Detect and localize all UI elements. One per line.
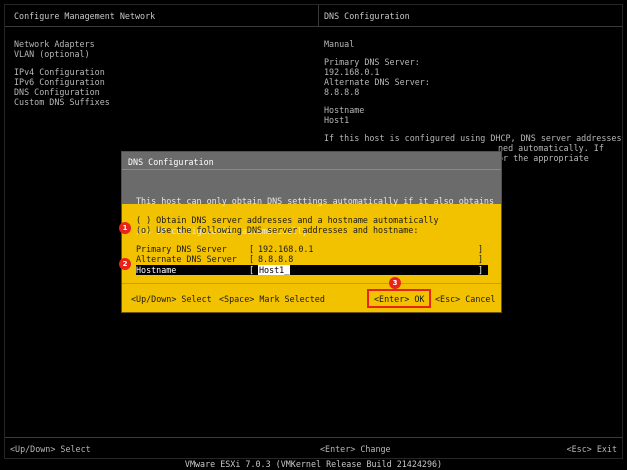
- hostname-field[interactable]: Hostname [ Host1_ ]: [136, 265, 488, 275]
- hostname-input-box: [258, 265, 474, 275]
- dialog-header: DNS Configuration This host can only obt…: [122, 152, 501, 236]
- detail-panel: Manual Primary DNS Server: 192.168.0.1 A…: [324, 39, 624, 163]
- detail-spacer: [324, 97, 624, 105]
- menu-item-ipv6[interactable]: IPv6 Configuration: [14, 77, 110, 87]
- hint-space-mark: <Space> Mark Selected: [219, 294, 325, 304]
- alternate-dns-label: Alternate DNS Server:: [324, 77, 430, 87]
- dialog-description-line-1: This host can only obtain DNS settings a…: [136, 196, 494, 206]
- dhcp-info-line-1: If this host is configured using DHCP, D…: [324, 133, 622, 143]
- radio-use-following[interactable]: (o) Use the following DNS server address…: [136, 225, 418, 235]
- hostname-label: Hostname: [324, 105, 365, 115]
- hostname-value: Host1: [324, 115, 350, 125]
- menu-item-dns[interactable]: DNS Configuration: [14, 87, 110, 97]
- menu-item-dns-suffixes[interactable]: Custom DNS Suffixes: [14, 97, 110, 107]
- panel-title: DNS Configuration: [324, 11, 410, 21]
- primary-dns-label: Primary DNS Server:: [324, 57, 420, 67]
- hostname-input[interactable]: Host1_: [258, 265, 291, 275]
- title-divider: [318, 5, 319, 27]
- menu-spacer: [14, 59, 110, 67]
- dialog-footer-divider: [122, 283, 501, 284]
- dialog-title: DNS Configuration: [128, 157, 214, 167]
- alternate-dns-field[interactable]: Alternate DNS Server [ 8.8.8.8 ]: [136, 254, 488, 264]
- hint-up-down-select: <Up/Down> Select: [131, 294, 212, 304]
- ok-highlight-box: [367, 289, 431, 308]
- annotation-badge-3: 3: [389, 277, 401, 289]
- alternate-dns-value: 8.8.8.8: [324, 87, 360, 97]
- dialog-header-divider: [122, 169, 501, 170]
- menu-item-vlan[interactable]: VLAN (optional): [14, 49, 110, 59]
- bottom-hint-exit: <Esc> Exit: [566, 444, 617, 454]
- version-footer: VMware ESXi 7.0.3 (VMKernel Release Buil…: [184, 459, 443, 469]
- hostname-field-label: Hostname: [136, 265, 177, 275]
- detail-spacer: [324, 49, 624, 57]
- bottom-hint-select: <Up/Down> Select: [10, 444, 91, 454]
- config-menu: Network Adapters VLAN (optional) IPv4 Co…: [14, 39, 110, 107]
- dns-mode: Manual: [324, 39, 355, 49]
- primary-dns-value: 192.168.0.1: [324, 67, 380, 77]
- bracket-close: ]: [478, 265, 484, 275]
- alternate-dns-input[interactable]: 8.8.8.8: [258, 254, 293, 264]
- bracket-close: ]: [478, 254, 484, 264]
- cancel-button[interactable]: <Esc> Cancel: [435, 294, 496, 304]
- menu-item-network-adapters[interactable]: Network Adapters: [14, 39, 110, 49]
- annotation-badge-1: 1: [119, 222, 131, 234]
- menu-item-ipv4[interactable]: IPv4 Configuration: [14, 67, 110, 77]
- radio-obtain-automatically[interactable]: ( ) Obtain DNS server addresses and a ho…: [136, 215, 439, 225]
- window-title: Configure Management Network: [14, 11, 156, 21]
- bottom-hint-change: <Enter> Change: [320, 444, 391, 454]
- annotation-badge-2: 2: [119, 258, 131, 270]
- primary-dns-input[interactable]: 192.168.0.1: [258, 244, 313, 254]
- primary-dns-field-label: Primary DNS Server: [136, 244, 227, 254]
- bracket-open: [: [249, 254, 255, 264]
- bracket-open: [: [249, 265, 255, 275]
- bracket-open: [: [249, 244, 255, 254]
- detail-spacer: [324, 125, 624, 133]
- bracket-close: ]: [478, 244, 484, 254]
- bottom-bar: <Up/Down> Select <Enter> Change <Esc> Ex…: [5, 437, 622, 460]
- alternate-dns-field-label: Alternate DNS Server: [136, 254, 237, 264]
- dns-configuration-dialog: DNS Configuration This host can only obt…: [121, 151, 502, 313]
- title-bar: Configure Management Network DNS Configu…: [5, 5, 622, 27]
- primary-dns-field[interactable]: Primary DNS Server [ 192.168.0.1 ]: [136, 244, 488, 254]
